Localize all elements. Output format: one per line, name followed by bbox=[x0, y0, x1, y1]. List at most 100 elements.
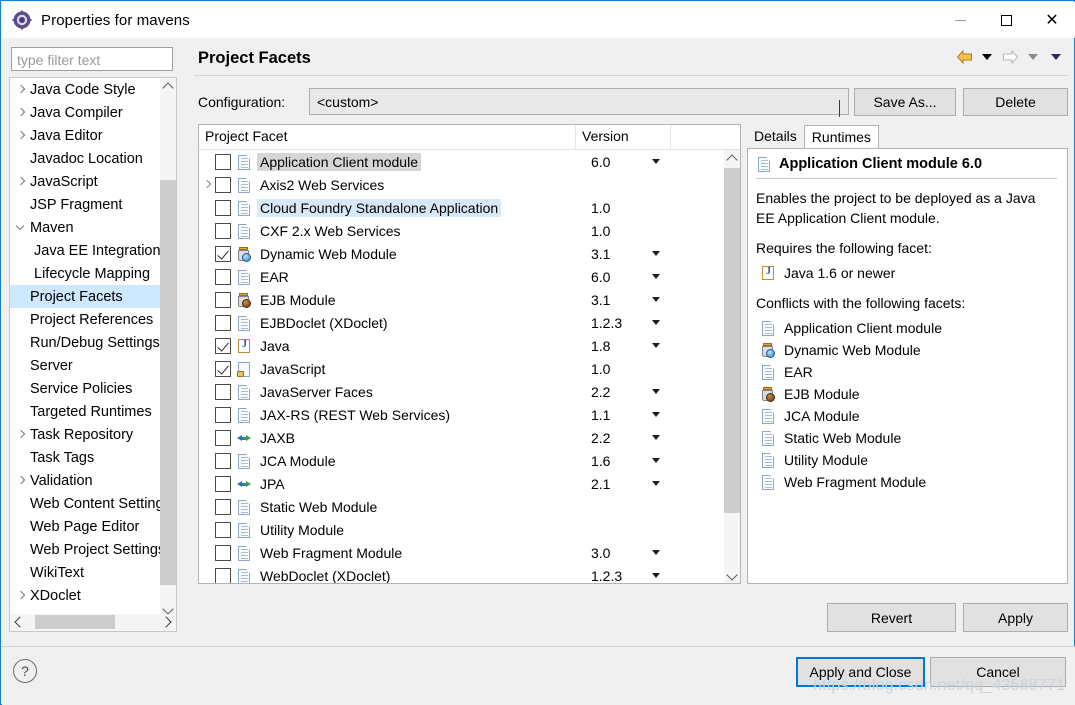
help-button[interactable]: ? bbox=[13, 659, 37, 683]
table-row[interactable]: JAXB 2.2 bbox=[199, 426, 724, 449]
sidebar-item-jsp-fragment[interactable]: JSP Fragment bbox=[10, 193, 162, 216]
scrollbar-thumb-h[interactable] bbox=[35, 615, 115, 629]
maximize-button[interactable] bbox=[983, 2, 1029, 38]
project-facet-table[interactable]: Project Facet Version Application Client… bbox=[198, 124, 741, 584]
facet-checkbox[interactable] bbox=[215, 199, 231, 216]
facet-checkbox[interactable] bbox=[215, 475, 231, 492]
filter-input[interactable]: type filter text bbox=[11, 47, 173, 71]
facet-checkbox[interactable] bbox=[215, 314, 231, 331]
facet-checkbox[interactable] bbox=[215, 153, 231, 170]
version-dropdown-icon[interactable] bbox=[652, 481, 660, 486]
sidebar-item-validation[interactable]: Validation bbox=[10, 469, 162, 492]
tree-horizontal-scrollbar[interactable] bbox=[9, 614, 177, 632]
tab-details[interactable]: Details bbox=[747, 125, 804, 149]
revert-button[interactable]: Revert bbox=[827, 603, 956, 632]
chevron-right-icon[interactable] bbox=[14, 78, 28, 101]
sidebar-item-task-tags[interactable]: Task Tags bbox=[10, 446, 162, 469]
sidebar-item-targeted-runtimes[interactable]: Targeted Runtimes bbox=[10, 400, 162, 423]
close-button[interactable]: ✕ bbox=[1029, 2, 1075, 38]
view-menu-button[interactable] bbox=[1046, 46, 1066, 68]
facet-checkbox[interactable] bbox=[215, 406, 231, 423]
chevron-right-icon[interactable] bbox=[14, 584, 28, 607]
forward-history-button[interactable] bbox=[1023, 46, 1043, 68]
sidebar-item-maven[interactable]: Maven bbox=[10, 216, 162, 239]
sidebar-item-xdoclet[interactable]: XDoclet bbox=[10, 584, 162, 607]
version-dropdown-icon[interactable] bbox=[652, 573, 660, 578]
sidebar-item-lifecycle-mapping[interactable]: Lifecycle Mapping bbox=[10, 262, 162, 285]
version-dropdown-icon[interactable] bbox=[652, 389, 660, 394]
scrollbar-thumb[interactable] bbox=[724, 168, 740, 513]
column-header-facet[interactable]: Project Facet bbox=[199, 125, 575, 150]
scrollbar-thumb[interactable] bbox=[160, 180, 176, 585]
chevron-right-icon[interactable] bbox=[14, 101, 28, 124]
apply-button[interactable]: Apply bbox=[963, 603, 1068, 632]
chevron-right-icon[interactable] bbox=[14, 124, 28, 147]
column-header-version[interactable]: Version bbox=[575, 125, 670, 150]
version-dropdown-icon[interactable] bbox=[652, 274, 660, 279]
scroll-up-button[interactable] bbox=[160, 78, 176, 95]
table-row[interactable]: EJB Module 3.1 bbox=[199, 288, 724, 311]
sidebar-item-web-page-editor[interactable]: Web Page Editor bbox=[10, 515, 162, 538]
facet-checkbox[interactable] bbox=[215, 291, 231, 308]
table-row[interactable]: Web Fragment Module 3.0 bbox=[199, 541, 724, 564]
version-dropdown-icon[interactable] bbox=[652, 458, 660, 463]
facet-checkbox[interactable] bbox=[215, 337, 231, 354]
chevron-right-icon[interactable] bbox=[199, 173, 215, 196]
sidebar-item-run-debug-settings[interactable]: Run/Debug Settings bbox=[10, 331, 162, 354]
table-row[interactable]: CXF 2.x Web Services 1.0 bbox=[199, 219, 724, 242]
sidebar-item-project-facets[interactable]: Project Facets bbox=[10, 285, 162, 308]
sidebar-item-java-compiler[interactable]: Java Compiler bbox=[10, 101, 162, 124]
save-as-button[interactable]: Save As... bbox=[854, 88, 956, 116]
sidebar-item-service-policies[interactable]: Service Policies bbox=[10, 377, 162, 400]
facet-checkbox[interactable] bbox=[215, 383, 231, 400]
chevron-right-icon[interactable] bbox=[14, 170, 28, 193]
version-dropdown-icon[interactable] bbox=[652, 412, 660, 417]
sidebar-item-web-content-settings[interactable]: Web Content Settings bbox=[10, 492, 171, 515]
version-dropdown-icon[interactable] bbox=[652, 343, 660, 348]
table-row[interactable]: JAX-RS (REST Web Services) 1.1 bbox=[199, 403, 724, 426]
sidebar-item-java-ee-integration[interactable]: Java EE Integration bbox=[10, 239, 162, 262]
facet-checkbox[interactable] bbox=[215, 452, 231, 469]
tree-vertical-scrollbar[interactable] bbox=[160, 78, 176, 619]
table-row[interactable]: Static Web Module bbox=[199, 495, 724, 518]
facet-checkbox[interactable] bbox=[215, 521, 231, 538]
version-dropdown-icon[interactable] bbox=[652, 435, 660, 440]
table-row[interactable]: EJBDoclet (XDoclet) 1.2.3 bbox=[199, 311, 724, 334]
configuration-select[interactable]: <custom> bbox=[309, 88, 849, 117]
forward-button[interactable] bbox=[1000, 46, 1020, 68]
sidebar-item-task-repository[interactable]: Task Repository bbox=[10, 423, 162, 446]
sidebar-item-wikitext[interactable]: WikiText bbox=[10, 561, 162, 584]
sidebar-item-java-code-style[interactable]: Java Code Style bbox=[10, 78, 162, 101]
version-dropdown-icon[interactable] bbox=[652, 251, 660, 256]
facet-checkbox[interactable] bbox=[215, 222, 231, 239]
table-row[interactable]: JavaScript 1.0 bbox=[199, 357, 724, 380]
sidebar-item-project-references[interactable]: Project References bbox=[10, 308, 162, 331]
table-row[interactable]: Java 1.8 bbox=[199, 334, 724, 357]
scroll-up-button[interactable] bbox=[724, 150, 740, 167]
facet-checkbox[interactable] bbox=[215, 429, 231, 446]
sidebar-item-web-project-settings[interactable]: Web Project Settings bbox=[10, 538, 165, 561]
table-row[interactable]: Application Client module 6.0 bbox=[199, 150, 724, 173]
table-row[interactable]: EAR 6.0 bbox=[199, 265, 724, 288]
scroll-down-button[interactable] bbox=[724, 568, 740, 583]
facet-checkbox[interactable] bbox=[215, 544, 231, 561]
settings-tree[interactable]: Java Code Style Java Compiler Java Editor J… bbox=[9, 77, 177, 620]
table-row[interactable]: Utility Module bbox=[199, 518, 724, 541]
tab-runtimes[interactable]: Runtimes bbox=[803, 125, 879, 149]
facet-checkbox[interactable] bbox=[215, 498, 231, 515]
facet-checkbox[interactable] bbox=[215, 245, 231, 262]
chevron-down-icon[interactable] bbox=[14, 216, 28, 239]
table-row[interactable]: Dynamic Web Module 3.1 bbox=[199, 242, 724, 265]
back-history-button[interactable] bbox=[977, 46, 997, 68]
scroll-left-button[interactable] bbox=[10, 614, 27, 630]
table-vertical-scrollbar[interactable] bbox=[724, 150, 740, 583]
sidebar-item-javascript[interactable]: JavaScript bbox=[10, 170, 162, 193]
scroll-right-button[interactable] bbox=[159, 614, 176, 630]
version-dropdown-icon[interactable] bbox=[652, 297, 660, 302]
facet-checkbox[interactable] bbox=[215, 567, 231, 583]
sidebar-item-javadoc-location[interactable]: Javadoc Location bbox=[10, 147, 162, 170]
chevron-right-icon[interactable] bbox=[14, 469, 28, 492]
version-dropdown-icon[interactable] bbox=[652, 550, 660, 555]
table-row[interactable]: Cloud Foundry Standalone Application 1.0 bbox=[199, 196, 724, 219]
table-row[interactable]: JavaServer Faces 2.2 bbox=[199, 380, 724, 403]
